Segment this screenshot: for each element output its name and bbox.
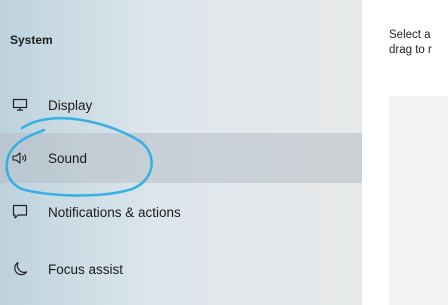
display-preview-panel[interactable] [389, 96, 448, 305]
notification-icon [11, 203, 29, 221]
instruction-line-2: drag to r [389, 44, 432, 56]
instruction-line-1: Select a [389, 29, 431, 41]
sidebar-item-label: Display [48, 97, 93, 113]
sidebar-item-sound[interactable]: Sound [0, 133, 362, 183]
sidebar-item-focus-assist[interactable]: Focus assist [0, 244, 362, 294]
sidebar-heading: System [10, 33, 53, 47]
moon-icon [11, 260, 29, 278]
sidebar-item-display[interactable]: Display [0, 80, 362, 130]
settings-window: System Display Sound Notifications & act… [0, 0, 448, 305]
sidebar-item-label: Focus assist [48, 261, 124, 277]
sidebar: System Display Sound Notifications & act… [0, 0, 362, 305]
sidebar-item-label: Sound [48, 150, 88, 166]
monitor-icon [11, 96, 29, 114]
speaker-icon [11, 149, 29, 167]
sidebar-item-label: Notifications & actions [48, 204, 181, 220]
instruction-text: Select a drag to r [389, 28, 432, 58]
sidebar-item-notifications[interactable]: Notifications & actions [0, 187, 362, 237]
